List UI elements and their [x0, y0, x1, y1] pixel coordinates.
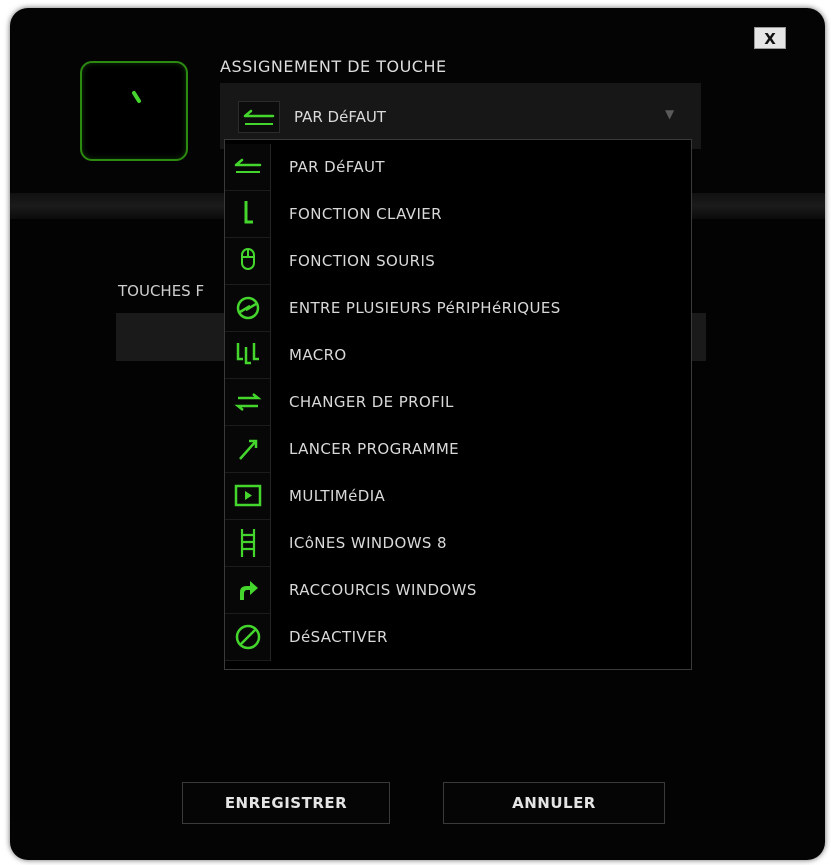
menu-item-label: RACCOURCIS WINDOWS [289, 581, 477, 599]
close-button[interactable]: X [754, 27, 786, 49]
keyboard-function-icon [225, 191, 271, 238]
menu-item-label: FONCTION SOURIS [289, 252, 436, 270]
menu-item-label: LANCER PROGRAMME [289, 440, 460, 458]
menu-item-default[interactable]: PAR DéFAUT [225, 144, 691, 191]
menu-item-label: ENTRE PLUSIEURS PéRIPHéRIQUES [289, 299, 561, 317]
section-label: TOUCHES F [118, 282, 205, 300]
key-assignment-dialog: X ASSIGNEMENT DE TOUCHE PAR DéFAUT ▼ TOU… [10, 8, 825, 860]
selected-assignment-label: PAR DéFAUT [294, 108, 386, 126]
menu-item-label: ICôNES WINDOWS 8 [289, 534, 447, 552]
default-arrow-icon [225, 144, 271, 191]
launch-program-icon [225, 426, 271, 473]
multimedia-play-icon [225, 473, 271, 520]
key-preview [80, 61, 188, 161]
menu-item-launch-program[interactable]: LANCER PROGRAMME [225, 426, 691, 473]
menu-item-windows8-icons[interactable]: ICôNES WINDOWS 8 [225, 520, 691, 567]
chevron-down-icon: ▼ [665, 107, 675, 121]
cancel-button[interactable]: ANNULER [443, 782, 665, 824]
menu-item-label: FONCTION CLAVIER [289, 205, 442, 223]
windows-shortcut-icon [225, 567, 271, 614]
menu-item-disable[interactable]: DéSACTIVER [225, 614, 691, 661]
windows8-charms-icon [225, 520, 271, 567]
menu-item-inter-device[interactable]: ENTRE PLUSIEURS PéRIPHéRIQUES [225, 285, 691, 332]
mouse-icon [225, 238, 271, 285]
switch-profile-icon [225, 379, 271, 426]
menu-item-label: PAR DéFAUT [289, 158, 385, 176]
assignment-title: ASSIGNEMENT DE TOUCHE [220, 57, 447, 76]
disable-icon [225, 614, 271, 661]
menu-item-windows-shortcuts[interactable]: RACCOURCIS WINDOWS [225, 567, 691, 614]
menu-item-label: MULTIMéDIA [289, 487, 386, 505]
menu-item-keyboard-function[interactable]: FONCTION CLAVIER [225, 191, 691, 238]
mouse-button-indicator-icon [132, 91, 141, 103]
menu-item-label: MACRO [289, 346, 347, 364]
menu-item-label: CHANGER DE PROFIL [289, 393, 454, 411]
macro-icon [225, 332, 271, 379]
menu-item-macro[interactable]: MACRO [225, 332, 691, 379]
inter-device-icon [225, 285, 271, 332]
menu-item-mouse-function[interactable]: FONCTION SOURIS [225, 238, 691, 285]
menu-item-multimedia[interactable]: MULTIMéDIA [225, 473, 691, 520]
default-arrow-icon [238, 101, 280, 133]
menu-item-label: DéSACTIVER [289, 628, 388, 646]
save-button[interactable]: ENREGISTRER [182, 782, 390, 824]
assignment-dropdown-menu: PAR DéFAUT FONCTION CLAVIER FONCTION SOU… [224, 139, 692, 670]
menu-item-switch-profile[interactable]: CHANGER DE PROFIL [225, 379, 691, 426]
